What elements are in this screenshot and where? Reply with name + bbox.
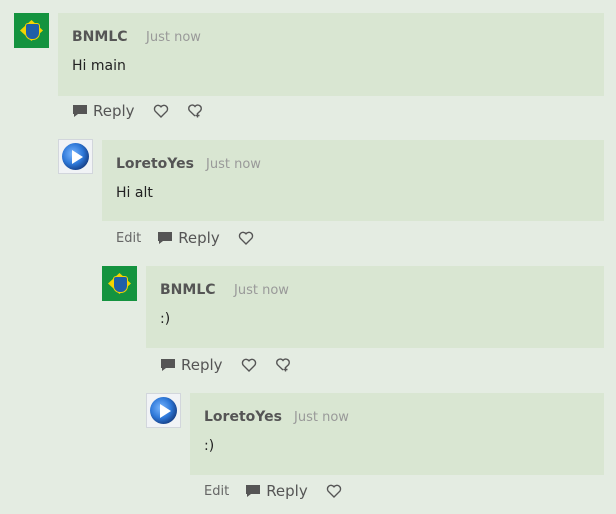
edit-button[interactable]: Edit: [204, 484, 229, 499]
comment-author[interactable]: LoretoYes: [116, 156, 194, 172]
edit-button[interactable]: Edit: [116, 231, 141, 246]
reply-label: Reply: [266, 482, 308, 500]
reply-button[interactable]: Reply: [245, 482, 326, 500]
speech-bubble-icon: [246, 485, 261, 497]
comment-author[interactable]: BNMLC: [72, 29, 128, 45]
award-icon[interactable]: [187, 103, 203, 119]
comment-author[interactable]: BNMLC: [160, 282, 216, 298]
heart-icon[interactable]: [326, 483, 342, 499]
speech-bubble-icon: [158, 232, 173, 244]
reply-button[interactable]: Reply: [72, 102, 153, 120]
comment-actions: Reply: [160, 354, 309, 376]
comment-bubble: BNMLC Just now :): [146, 266, 604, 348]
comment-bubble: LoretoYes Just now :): [190, 393, 604, 475]
flag-seal-icon: [113, 276, 128, 293]
comment-timestamp: Just now: [294, 410, 349, 425]
speech-bubble-icon: [161, 359, 175, 371]
avatar-bnmlc[interactable]: [102, 266, 137, 301]
comment-text: Hi main: [72, 58, 126, 74]
award-icon[interactable]: [275, 357, 291, 373]
reply-label: Reply: [181, 356, 223, 374]
flag-seal-icon: [25, 23, 40, 40]
comment-actions: Edit Reply: [116, 227, 272, 249]
heart-icon[interactable]: [153, 103, 169, 119]
comment-timestamp: Just now: [206, 157, 261, 172]
play-icon: [72, 150, 83, 164]
comment-actions: Edit Reply: [204, 480, 360, 502]
heart-icon[interactable]: [241, 357, 257, 373]
comment-timestamp: Just now: [146, 30, 201, 45]
reply-button[interactable]: Reply: [157, 229, 238, 247]
heart-icon[interactable]: [238, 230, 254, 246]
avatar-loretoyes[interactable]: [146, 393, 181, 428]
avatar-loretoyes[interactable]: [58, 139, 93, 174]
avatar-bnmlc[interactable]: [14, 13, 49, 48]
comment-text: Hi alt: [116, 185, 153, 201]
play-icon: [160, 404, 171, 418]
reply-label: Reply: [178, 229, 220, 247]
comment-text: :): [160, 311, 171, 327]
comment-author[interactable]: LoretoYes: [204, 409, 282, 425]
reply-label: Reply: [93, 102, 135, 120]
reply-button[interactable]: Reply: [160, 356, 241, 374]
comment-timestamp: Just now: [234, 283, 289, 298]
comment-text: :): [204, 438, 215, 454]
comment-bubble: LoretoYes Just now Hi alt: [102, 140, 604, 221]
comment-actions: Reply: [72, 100, 221, 122]
comment-bubble: BNMLC Just now Hi main: [58, 13, 604, 96]
speech-bubble-icon: [73, 105, 87, 117]
